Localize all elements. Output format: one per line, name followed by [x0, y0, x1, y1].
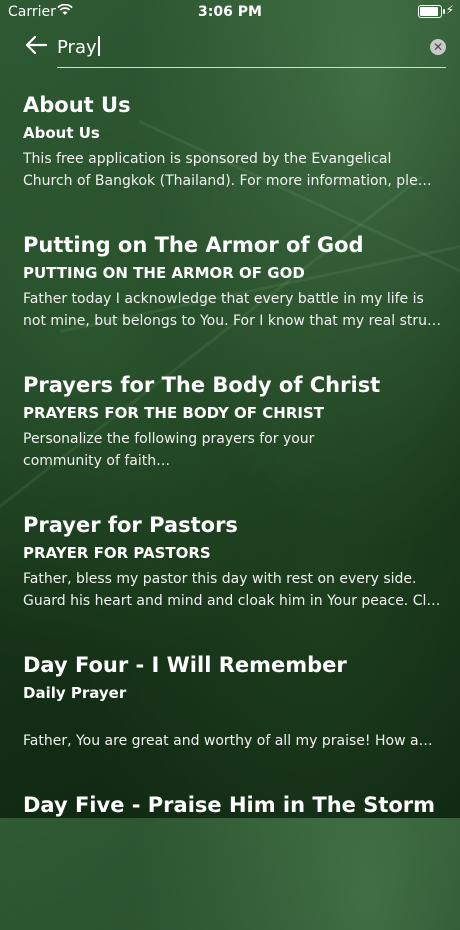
charging-icon: ⚡: [445, 3, 454, 17]
status-time: 3:06 PM: [198, 4, 262, 20]
result-subtitle: Daily Prayer: [23, 684, 127, 702]
search-bar: Pray ✕: [0, 30, 460, 70]
text-cursor: [97, 36, 100, 56]
result-item[interactable]: About Us About Us This free application …: [23, 90, 443, 230]
search-underline: [57, 67, 446, 68]
result-snippet: This free application is sponsored by th…: [23, 151, 432, 189]
result-subtitle: PUTTING ON THE ARMOR OF GOD: [23, 264, 305, 282]
result-snippet: Father today I acknowledge that every ba…: [23, 291, 441, 329]
result-item[interactable]: Day Four - I Will Remember Daily Prayer …: [23, 650, 443, 790]
search-input[interactable]: Pray: [57, 36, 100, 58]
result-subtitle: About Us: [23, 124, 100, 142]
result-subtitle: PRAYERS FOR THE BODY OF CHRIST: [23, 404, 325, 422]
result-snippet: Personalize the following prayers for yo…: [23, 431, 315, 469]
result-title: Day Four - I Will Remember: [23, 653, 347, 677]
result-item[interactable]: Putting on The Armor of God PUTTING ON T…: [23, 230, 443, 370]
result-snippet: Father, bless my pastor this day with re…: [23, 571, 441, 609]
result-title: Day Five - Praise Him in The Storm: [23, 793, 436, 817]
result-item[interactable]: Prayer for Pastors PRAYER FOR PASTORS Fa…: [23, 510, 443, 650]
status-bar: Carrier 3:06 PM ⚡: [0, 0, 460, 24]
result-title: Putting on The Armor of God: [23, 233, 364, 257]
result-title: About Us: [23, 93, 131, 117]
result-item[interactable]: Day Five - Praise Him in The Storm: [23, 790, 443, 930]
result-title: Prayers for The Body of Christ: [23, 373, 381, 397]
clear-search-icon[interactable]: ✕: [430, 39, 446, 55]
result-subtitle: PRAYER FOR PASTORS: [23, 544, 211, 562]
result-title: Prayer for Pastors: [23, 513, 238, 537]
search-query: Pray: [57, 37, 97, 58]
back-arrow-icon[interactable]: [24, 34, 48, 60]
search-results-list: About Us About Us This free application …: [23, 90, 443, 930]
result-snippet: Father, You are great and worthy of all …: [23, 733, 443, 749]
result-item[interactable]: Prayers for The Body of Christ PRAYERS F…: [23, 370, 443, 510]
battery-icon: [418, 5, 445, 18]
